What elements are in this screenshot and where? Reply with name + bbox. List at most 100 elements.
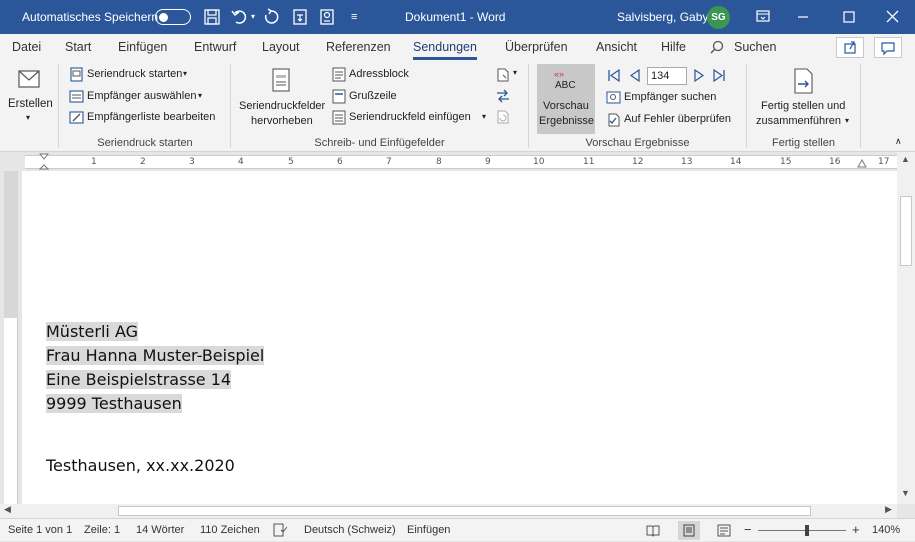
empfaengerliste-bearbeiten-button[interactable]: Empfängerliste bearbeiten (87, 111, 215, 123)
tab-datei[interactable]: Datei (12, 34, 41, 60)
minimize-icon[interactable] (780, 0, 826, 34)
highlight-fields-button-line2[interactable]: hervorheben (251, 115, 313, 127)
indent-marker-icon[interactable] (39, 153, 49, 171)
group-label-fertig: Fertig stellen (772, 137, 835, 149)
rules-icon[interactable] (495, 67, 511, 83)
record-number-input[interactable]: 134 (647, 67, 687, 85)
scroll-left-icon[interactable]: ◀ (4, 504, 11, 515)
preview-arrows-icon: «» (554, 69, 565, 79)
user-name[interactable]: Salvisberg, Gaby (617, 0, 708, 34)
collapse-ribbon-icon[interactable]: ∧ (895, 136, 902, 147)
zoom-slider-track[interactable] (758, 530, 846, 531)
chevron-down-icon: ▾ (845, 116, 850, 125)
address-line-name[interactable]: Frau Hanna Muster-Beispiel (46, 346, 265, 365)
ruler-number: 13 (681, 157, 693, 167)
merge-field-company[interactable]: Müsterli AG (46, 322, 139, 341)
erstellen-dropdown-icon[interactable]: ▾ (26, 113, 30, 122)
scroll-right-icon[interactable]: ▶ (885, 504, 892, 515)
tab-hilfe[interactable]: Hilfe (661, 34, 686, 60)
grusszeile-button[interactable]: Grußzeile (349, 90, 397, 102)
vertical-scroll-thumb[interactable] (900, 196, 912, 266)
right-indent-marker-icon[interactable] (857, 158, 867, 169)
ruler-number: 7 (386, 157, 392, 167)
read-mode-icon[interactable] (646, 524, 660, 537)
zoom-in-icon[interactable]: + (852, 519, 860, 542)
merge-field-street[interactable]: Eine Beispielstrasse 14 (46, 370, 232, 389)
erstellen-button[interactable]: Erstellen (8, 98, 53, 110)
ruler-number: 2 (140, 157, 146, 167)
status-characters[interactable]: 110 Zeichen (200, 519, 260, 542)
merge-field-name[interactable]: Frau Hanna Muster-Beispiel (46, 346, 265, 365)
share-button[interactable] (836, 37, 864, 58)
ruler-number: 4 (238, 157, 244, 167)
scroll-up-icon[interactable]: ▲ (901, 154, 910, 164)
group-separator (746, 64, 747, 148)
preview-label-line1: Vorschau (543, 100, 589, 112)
empfaenger-auswaehlen-button[interactable]: Empfänger auswählen (87, 90, 196, 102)
auf-fehler-ueberpruefen-button[interactable]: Auf Fehler überprüfen (624, 113, 731, 125)
zoom-slider-thumb[interactable] (805, 525, 809, 536)
form-icon[interactable] (318, 8, 336, 26)
tab-ueberpruefen[interactable]: Überprüfen (505, 34, 568, 60)
tab-ansicht[interactable]: Ansicht (596, 34, 637, 60)
document-page[interactable]: Müsterli AG Frau Hanna Muster-Beispiel E… (22, 171, 897, 504)
status-words[interactable]: 14 Wörter (136, 519, 184, 542)
zoom-out-icon[interactable]: − (744, 519, 752, 542)
proofing-icon[interactable] (273, 523, 287, 537)
horizontal-scroll-thumb[interactable] (118, 506, 811, 516)
vertical-scrollbar[interactable]: ▲ ▼ (897, 152, 915, 504)
next-record-icon[interactable] (692, 68, 707, 83)
comments-button[interactable] (874, 37, 902, 58)
redo-icon[interactable] (262, 8, 280, 26)
highlight-fields-button-line1[interactable]: Seriendruckfelder (239, 100, 325, 112)
horizontal-scrollbar[interactable]: ◀ ▶ (0, 504, 897, 518)
ruler-number: 11 (583, 157, 595, 167)
empfaenger-suchen-button[interactable]: Empfänger suchen (624, 91, 716, 103)
fertig-stellen-line1[interactable]: Fertig stellen und (761, 100, 845, 112)
tell-me-search[interactable]: Suchen (734, 34, 776, 60)
last-record-icon[interactable] (712, 68, 727, 83)
ruler-number: 6 (337, 157, 343, 167)
status-line[interactable]: Zeile: 1 (84, 519, 120, 542)
zoom-level[interactable]: 140% (872, 519, 900, 542)
ruler-number: 3 (189, 157, 195, 167)
scroll-down-icon[interactable]: ▼ (901, 488, 910, 498)
place-date-line[interactable]: Testhausen, xx.xx.2020 (46, 456, 235, 475)
title-bar: Automatisches Speichern ▾ ≡ Dokument1 - … (0, 0, 915, 34)
address-line-company[interactable]: Müsterli AG (46, 322, 139, 341)
qat-customize-icon[interactable]: ≡ (351, 0, 357, 34)
ruler-number: 17 (878, 157, 890, 167)
tab-einfuegen[interactable]: Einfügen (118, 34, 167, 60)
merge-field-city[interactable]: 9999 Testhausen (46, 394, 182, 413)
previous-record-icon[interactable] (627, 68, 642, 83)
adressblock-button[interactable]: Adressblock (349, 68, 409, 80)
quick-print-icon[interactable] (291, 8, 309, 26)
first-record-icon[interactable] (606, 68, 621, 83)
match-fields-icon[interactable] (495, 88, 511, 104)
seriendruck-starten-button[interactable]: Seriendruck starten (87, 68, 182, 80)
undo-dropdown-icon[interactable]: ▾ (251, 0, 255, 34)
tab-layout[interactable]: Layout (262, 34, 300, 60)
address-line-city[interactable]: 9999 Testhausen (46, 394, 182, 413)
web-layout-icon[interactable] (717, 524, 731, 537)
tab-referenzen[interactable]: Referenzen (326, 34, 391, 60)
update-labels-icon[interactable] (495, 109, 511, 125)
print-layout-button[interactable] (678, 521, 700, 540)
status-page[interactable]: Seite 1 von 1 (8, 519, 72, 542)
tab-entwurf[interactable]: Entwurf (194, 34, 236, 60)
highlight-fields-icon (272, 68, 290, 92)
fertig-stellen-line2[interactable]: zusammenführen (756, 115, 841, 127)
tab-sendungen[interactable]: Sendungen (413, 34, 477, 60)
address-line-street[interactable]: Eine Beispielstrasse 14 (46, 370, 232, 389)
status-mode[interactable]: Einfügen (407, 519, 450, 542)
status-language[interactable]: Deutsch (Schweiz) (304, 519, 396, 542)
tab-start[interactable]: Start (65, 34, 91, 60)
autosave-toggle[interactable] (155, 9, 191, 25)
ruler-number: 15 (780, 157, 792, 167)
close-icon[interactable] (869, 0, 915, 34)
seriendruckfeld-einfuegen-button[interactable]: Seriendruckfeld einfügen (349, 111, 471, 123)
user-avatar[interactable]: SG (707, 6, 730, 29)
undo-icon[interactable] (231, 8, 249, 26)
save-icon[interactable] (203, 8, 221, 26)
maximize-icon[interactable] (826, 0, 872, 34)
